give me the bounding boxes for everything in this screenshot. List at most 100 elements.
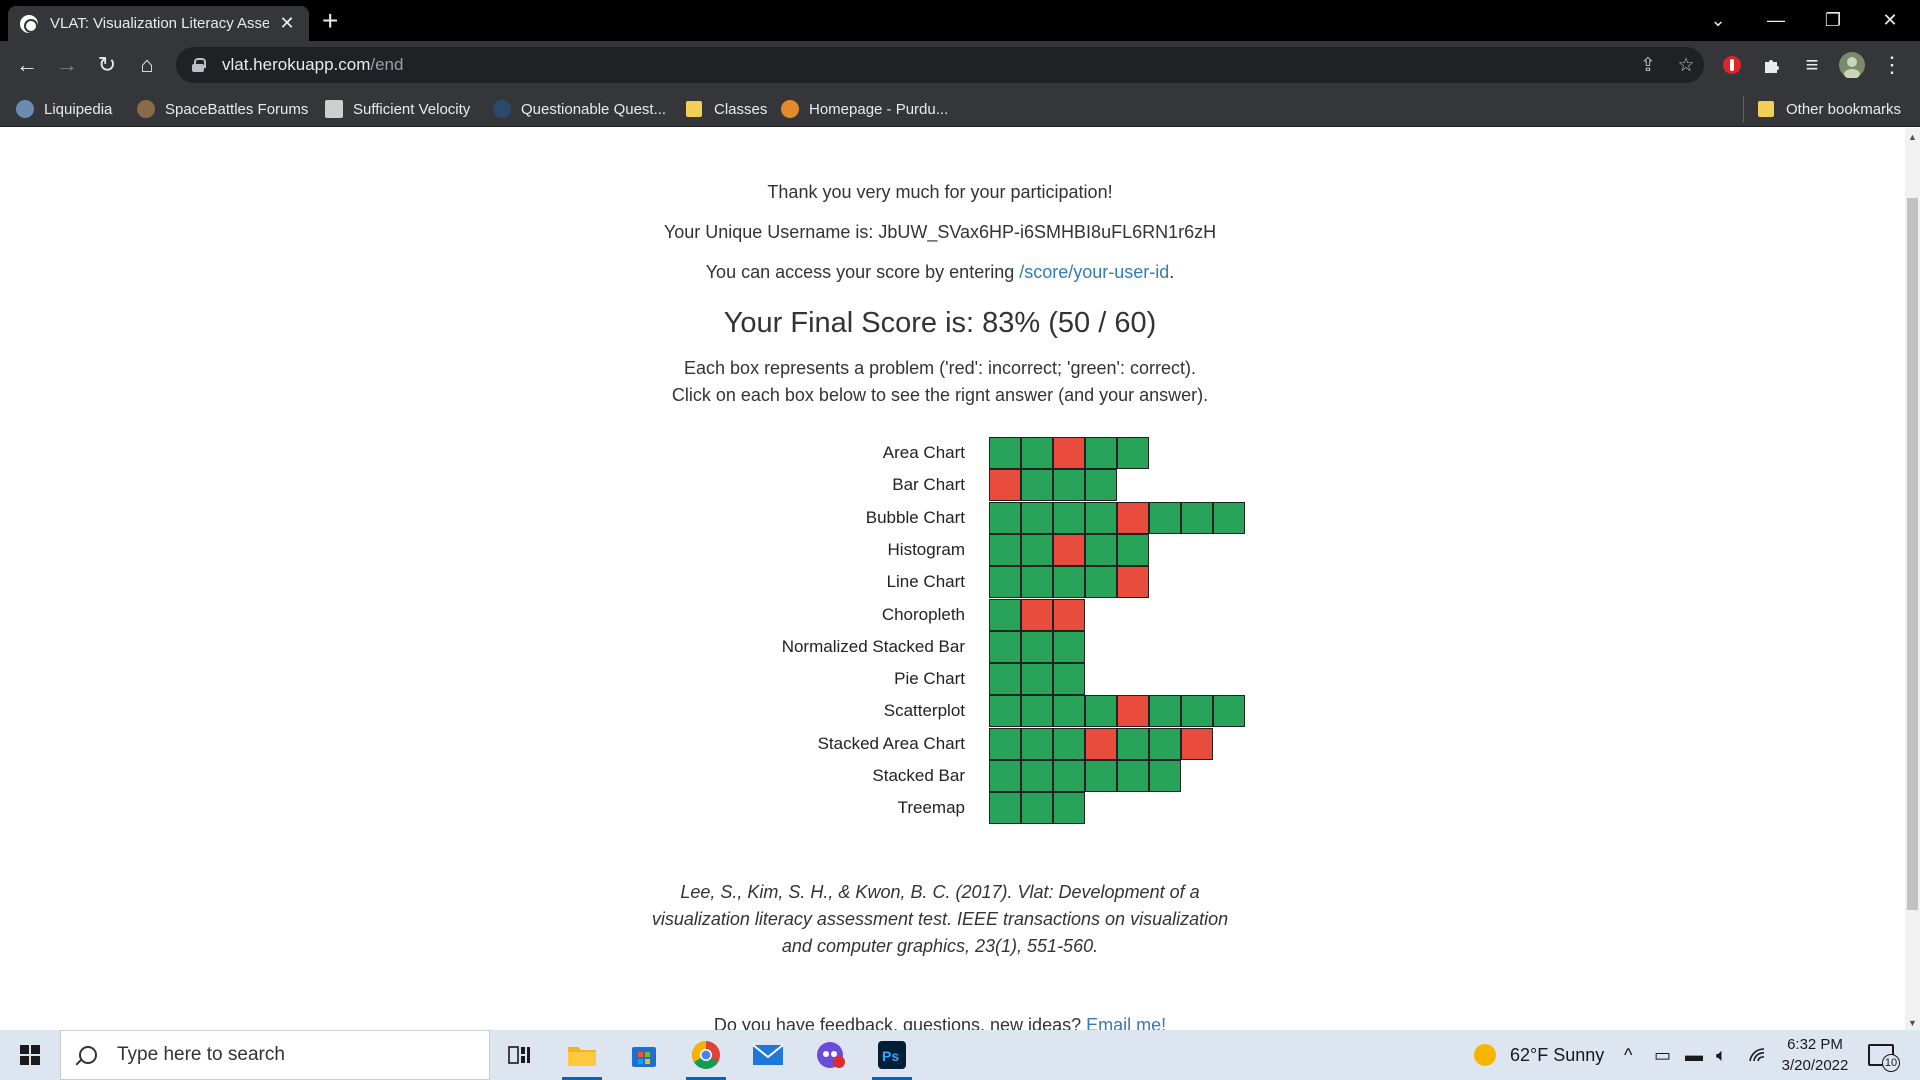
- problem-box-incorrect[interactable]: [1181, 728, 1213, 760]
- meet-now-icon[interactable]: ▭: [1654, 1030, 1671, 1080]
- problem-box-correct[interactable]: [1149, 695, 1181, 727]
- problem-box-correct[interactable]: [1053, 469, 1085, 501]
- problem-box-correct[interactable]: [989, 566, 1021, 598]
- problem-box-correct[interactable]: [1085, 534, 1117, 566]
- new-tab-button[interactable]: +: [322, 6, 338, 36]
- mail-icon[interactable]: [744, 1034, 792, 1076]
- tray-chevron-up-icon[interactable]: ^: [1624, 1030, 1632, 1080]
- problem-box-correct[interactable]: [1021, 760, 1053, 792]
- taskbar-search[interactable]: Type here to search: [60, 1030, 490, 1080]
- problem-box-correct[interactable]: [1149, 502, 1181, 534]
- problem-box-correct[interactable]: [989, 631, 1021, 663]
- bookmark-purdue[interactable]: Homepage - Purdu...: [781, 98, 948, 120]
- problem-box-incorrect[interactable]: [1117, 695, 1149, 727]
- chrome-icon[interactable]: [682, 1034, 730, 1080]
- problem-box-correct[interactable]: [1117, 760, 1149, 792]
- problem-box-incorrect[interactable]: [1021, 599, 1053, 631]
- problem-box-correct[interactable]: [1053, 728, 1085, 760]
- problem-box-correct[interactable]: [989, 728, 1021, 760]
- problem-box-correct[interactable]: [1181, 502, 1213, 534]
- problem-box-correct[interactable]: [989, 792, 1021, 824]
- close-window-button[interactable]: ✕: [1862, 0, 1918, 41]
- problem-box-correct[interactable]: [1117, 728, 1149, 760]
- scroll-up-arrow-icon[interactable]: ▲: [1905, 132, 1920, 142]
- tab-search-icon[interactable]: ⌄: [1690, 0, 1746, 41]
- problem-box-correct[interactable]: [1021, 534, 1053, 566]
- problem-box-correct[interactable]: [989, 534, 1021, 566]
- problem-box-correct[interactable]: [1085, 437, 1117, 469]
- minimize-button[interactable]: —: [1748, 0, 1804, 41]
- problem-box-correct[interactable]: [1117, 437, 1149, 469]
- share-icon[interactable]: ⇪: [1636, 53, 1660, 77]
- problem-box-correct[interactable]: [989, 437, 1021, 469]
- address-bar[interactable]: vlat.herokuapp.com/end ⇪ ☆: [176, 47, 1704, 83]
- page-scrollbar[interactable]: ▲ ▼: [1905, 128, 1920, 1030]
- problem-box-correct[interactable]: [1053, 760, 1085, 792]
- problem-box-correct[interactable]: [1149, 760, 1181, 792]
- problem-box-correct[interactable]: [1053, 631, 1085, 663]
- score-url-link[interactable]: /score/your-user-id: [1019, 262, 1169, 282]
- problem-box-correct[interactable]: [1053, 663, 1085, 695]
- extensions-puzzle-icon[interactable]: [1756, 49, 1788, 81]
- problem-box-correct[interactable]: [1021, 502, 1053, 534]
- microsoft-store-icon[interactable]: [620, 1034, 668, 1076]
- problem-box-correct[interactable]: [1021, 566, 1053, 598]
- problem-box-correct[interactable]: [1053, 566, 1085, 598]
- email-link[interactable]: Email me!: [1086, 1015, 1166, 1030]
- problem-box-correct[interactable]: [1149, 728, 1181, 760]
- forward-arrow-icon[interactable]: →: [51, 49, 83, 81]
- problem-box-correct[interactable]: [1181, 695, 1213, 727]
- problem-box-correct[interactable]: [989, 695, 1021, 727]
- bookmark-star-icon[interactable]: ☆: [1674, 53, 1698, 77]
- problem-box-correct[interactable]: [1021, 728, 1053, 760]
- bookmark-other-bookmarks[interactable]: Other bookmarks: [1758, 98, 1901, 120]
- problem-box-incorrect[interactable]: [1053, 599, 1085, 631]
- problem-box-correct[interactable]: [1021, 695, 1053, 727]
- problem-box-correct[interactable]: [1085, 695, 1117, 727]
- profile-avatar[interactable]: [1836, 49, 1868, 81]
- problem-box-correct[interactable]: [1021, 631, 1053, 663]
- problem-box-correct[interactable]: [1085, 760, 1117, 792]
- extension-red-icon[interactable]: [1716, 49, 1748, 81]
- scroll-down-arrow-icon[interactable]: ▼: [1905, 1018, 1920, 1028]
- bookmark-spacebattles[interactable]: SpaceBattles Forums: [137, 98, 308, 120]
- problem-box-correct[interactable]: [989, 502, 1021, 534]
- problem-box-correct[interactable]: [989, 663, 1021, 695]
- problem-box-correct[interactable]: [1053, 502, 1085, 534]
- file-explorer-icon[interactable]: [558, 1034, 606, 1080]
- photoshop-icon[interactable]: Ps: [868, 1034, 916, 1080]
- problem-box-correct[interactable]: [1085, 502, 1117, 534]
- close-tab-icon[interactable]: ✕: [277, 13, 297, 34]
- problem-box-incorrect[interactable]: [1117, 566, 1149, 598]
- notification-center[interactable]: 10: [1868, 1030, 1900, 1080]
- problem-box-incorrect[interactable]: [1117, 502, 1149, 534]
- problem-box-correct[interactable]: [1085, 566, 1117, 598]
- problem-box-correct[interactable]: [1213, 695, 1245, 727]
- volume-icon[interactable]: 🔈︎: [1716, 1030, 1727, 1080]
- problem-box-incorrect[interactable]: [989, 469, 1021, 501]
- messenger-app-icon[interactable]: [806, 1034, 854, 1076]
- bookmark-questionable-quest[interactable]: Questionable Quest...: [493, 98, 666, 120]
- back-arrow-icon[interactable]: ←: [11, 49, 43, 81]
- problem-box-correct[interactable]: [1213, 502, 1245, 534]
- problem-box-correct[interactable]: [989, 599, 1021, 631]
- problem-box-correct[interactable]: [1021, 792, 1053, 824]
- start-button[interactable]: [0, 1030, 60, 1080]
- problem-box-correct[interactable]: [989, 760, 1021, 792]
- problem-box-correct[interactable]: [1085, 469, 1117, 501]
- bookmark-sufficient-velocity[interactable]: Sufficient Velocity: [325, 98, 470, 120]
- bookmark-liquipedia[interactable]: Liquipedia: [16, 98, 112, 120]
- problem-box-correct[interactable]: [1021, 437, 1053, 469]
- problem-box-correct[interactable]: [1053, 695, 1085, 727]
- problem-box-correct[interactable]: [1117, 534, 1149, 566]
- problem-box-incorrect[interactable]: [1053, 437, 1085, 469]
- menu-kebab-icon[interactable]: ⋮: [1876, 49, 1908, 81]
- task-view-icon[interactable]: [496, 1034, 544, 1076]
- reload-icon[interactable]: ↻: [91, 49, 123, 81]
- system-clock[interactable]: 6:32 PM 3/20/2022: [1770, 1034, 1860, 1076]
- problem-box-correct[interactable]: [1021, 663, 1053, 695]
- wifi-icon[interactable]: [1748, 1030, 1766, 1080]
- restore-button[interactable]: ❐: [1805, 0, 1861, 41]
- problem-box-correct[interactable]: [1021, 469, 1053, 501]
- bookmark-classes[interactable]: Classes: [686, 98, 767, 120]
